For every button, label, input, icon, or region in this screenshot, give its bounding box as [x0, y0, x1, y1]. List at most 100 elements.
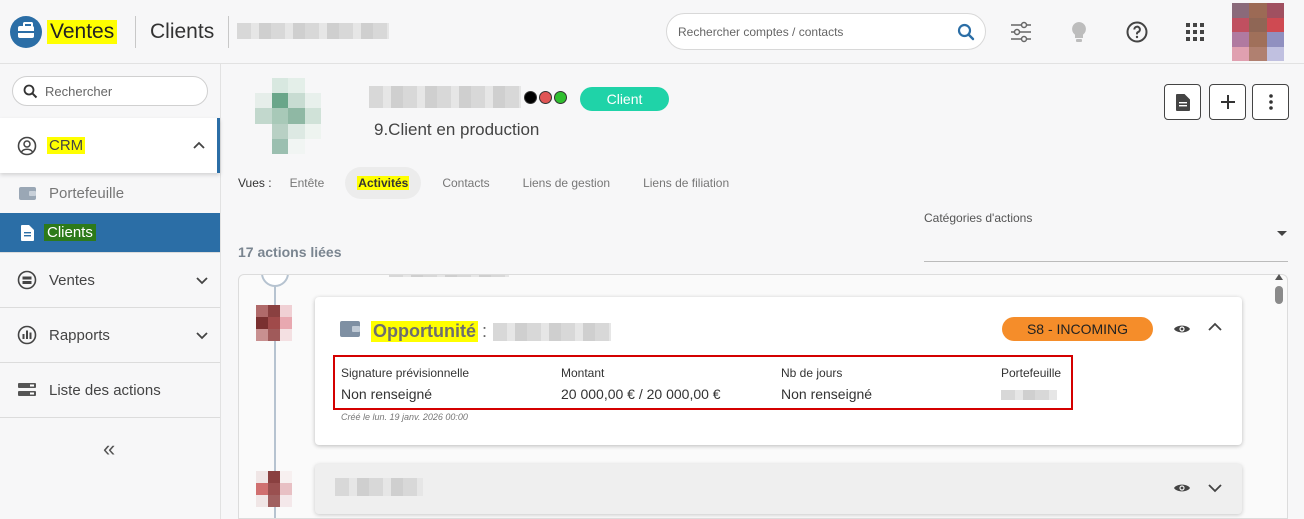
- redacted-breadcrumb: [237, 23, 389, 39]
- detail-signature: Signature prévisionnelle Non renseigné: [341, 366, 469, 402]
- sidebar-item-label: Portefeuille: [49, 184, 125, 202]
- document-icon: [21, 224, 34, 241]
- sidebar-item-portefeuille[interactable]: Portefeuille: [0, 175, 220, 211]
- wallet-icon: [340, 321, 360, 337]
- sidebar-item-label: Liste des actions: [49, 381, 161, 399]
- app-title[interactable]: Ventes: [47, 20, 118, 44]
- divider: [135, 16, 136, 48]
- global-search-input[interactable]: Rechercher comptes / contacts: [666, 13, 986, 50]
- activity-card[interactable]: [315, 464, 1242, 514]
- created-date: Créé le lun. 19 janv. 2026 00:00: [341, 412, 468, 422]
- author-avatar: [256, 471, 292, 507]
- eye-icon[interactable]: [1173, 323, 1191, 335]
- tab-liens-de-filiation[interactable]: Liens de filiation: [643, 176, 729, 190]
- sidebar-search-placeholder: Rechercher: [45, 84, 113, 99]
- search-placeholder: Rechercher comptes / contacts: [678, 25, 844, 39]
- status-dots: [524, 91, 567, 104]
- activity-card[interactable]: Opportunité : S8 - INCOMING Signature pr…: [315, 297, 1242, 445]
- sidebar: Rechercher CRM Portefeuille Clients Vent…: [0, 64, 221, 519]
- detail-key: Montant: [561, 366, 605, 380]
- apps-grid-icon[interactable]: [1183, 20, 1207, 44]
- tab-liens-de-gestion[interactable]: Liens de gestion: [523, 176, 610, 190]
- chart-icon: [17, 325, 37, 345]
- detail-key: Nb de jours: [781, 366, 843, 380]
- activity-title: Opportunité :: [371, 321, 611, 342]
- sidebar-item-crm[interactable]: CRM: [0, 118, 220, 173]
- divider: [228, 16, 229, 48]
- status-dot: [524, 91, 537, 104]
- client-avatar: [255, 78, 321, 154]
- activity-separator: :: [481, 321, 487, 341]
- categories-select[interactable]: [924, 261, 1288, 262]
- eye-icon[interactable]: [1173, 482, 1191, 494]
- activity-details: Signature prévisionnelle Non renseigné M…: [333, 355, 1073, 410]
- detail-value: 20 000,00 € / 20 000,00 €: [561, 386, 721, 402]
- detail-value: Non renseigné: [341, 386, 433, 402]
- module-title: Clients: [150, 20, 215, 43]
- scrollbar-thumb[interactable]: [1275, 286, 1283, 304]
- user-avatar[interactable]: [1232, 3, 1284, 61]
- client-type-badge: Client: [580, 87, 669, 111]
- detail-portefeuille: Portefeuille: [1001, 366, 1061, 400]
- client-status: 9.Client en production: [374, 120, 540, 139]
- feed-scrollbar[interactable]: [1273, 274, 1285, 519]
- document-icon: [1175, 93, 1190, 111]
- dropdown-arrow-icon[interactable]: [1277, 231, 1287, 236]
- help-icon[interactable]: [1125, 20, 1149, 44]
- sidebar-search-input[interactable]: Rechercher: [12, 76, 208, 106]
- lightbulb-icon[interactable]: [1067, 20, 1091, 44]
- timeline-node: [261, 275, 289, 287]
- views-label: Vues :: [238, 176, 272, 190]
- stage-badge: S8 - INCOMING: [1002, 317, 1153, 341]
- list-icon: [18, 383, 36, 396]
- status-dot: [554, 91, 567, 104]
- sidebar-item-rapports[interactable]: Rapports: [0, 308, 220, 362]
- tab-label: Activités: [357, 176, 410, 190]
- tab-entete[interactable]: Entête: [290, 176, 325, 190]
- search-icon: [23, 84, 38, 99]
- plus-icon: [1220, 95, 1235, 109]
- author-avatar: [256, 305, 292, 341]
- sidebar-item-label: Clients: [44, 224, 96, 241]
- more-options-button[interactable]: [1252, 84, 1289, 120]
- document-button[interactable]: [1164, 84, 1201, 120]
- redacted-client-name: [369, 86, 521, 108]
- sidebar-item-liste-des-actions[interactable]: Liste des actions: [0, 363, 220, 417]
- sidebar-item-label: CRM: [47, 137, 86, 154]
- chevron-down-icon[interactable]: [1208, 482, 1222, 494]
- search-icon[interactable]: [957, 23, 975, 41]
- chevron-down-icon[interactable]: [196, 274, 208, 286]
- detail-nb-jours: Nb de jours Non renseigné: [781, 366, 872, 402]
- tab-contacts[interactable]: Contacts: [442, 176, 489, 190]
- collapse-sidebar-button[interactable]: «: [103, 436, 115, 462]
- divider: [0, 417, 220, 418]
- top-bar: Ventes Clients Rechercher comptes / cont…: [0, 0, 1304, 64]
- sidebar-item-ventes[interactable]: Ventes: [0, 253, 220, 307]
- wallet-icon: [19, 187, 36, 200]
- activity-type: Opportunité: [371, 321, 478, 342]
- detail-value: Non renseigné: [781, 386, 873, 402]
- redacted-activity-name: [335, 478, 423, 496]
- more-vertical-icon: [1268, 94, 1273, 110]
- activity-feed: Opportunité : S8 - INCOMING Signature pr…: [238, 274, 1288, 519]
- add-button[interactable]: [1209, 84, 1246, 120]
- detail-key: Signature prévisionnelle: [341, 366, 470, 380]
- views-tabs: Vues : Entête Activités Contacts Liens d…: [238, 164, 762, 202]
- detail-key: Portefeuille: [1001, 366, 1062, 380]
- briefcase-logo-icon[interactable]: [10, 16, 42, 48]
- chevron-up-icon[interactable]: [193, 140, 205, 152]
- sidebar-item-label: Ventes: [49, 271, 95, 289]
- detail-montant: Montant 20 000,00 € / 20 000,00 €: [561, 366, 721, 402]
- categories-select-label: Catégories d'actions: [924, 211, 1033, 225]
- scroll-up-arrow-icon[interactable]: [1275, 274, 1283, 280]
- sidebar-item-label: Rapports: [49, 326, 110, 344]
- chevron-down-icon[interactable]: [196, 329, 208, 341]
- status-dot: [539, 91, 552, 104]
- tab-activites[interactable]: Activités: [345, 167, 422, 199]
- chevron-up-icon[interactable]: [1208, 321, 1222, 333]
- crm-icon: [17, 136, 37, 155]
- filter-sliders-icon[interactable]: [1009, 20, 1033, 44]
- redacted-portefeuille: [1001, 390, 1057, 400]
- sidebar-item-clients[interactable]: Clients: [0, 213, 220, 252]
- redacted-text: [389, 275, 509, 277]
